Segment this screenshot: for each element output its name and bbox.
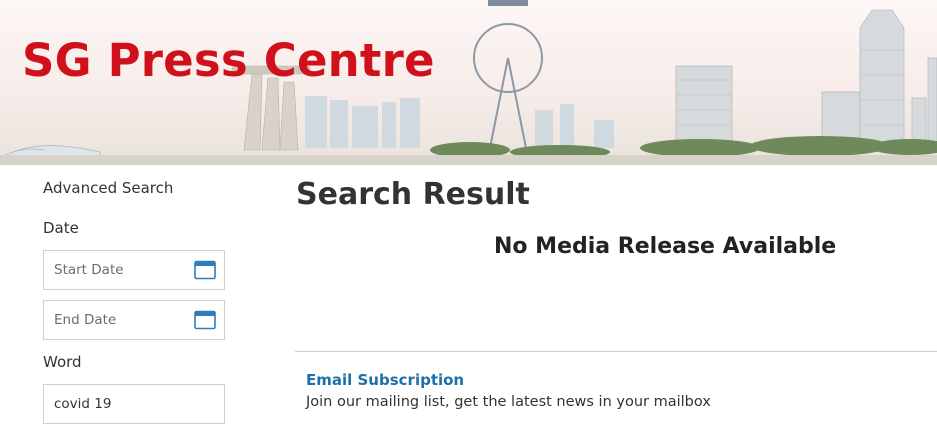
calendar-icon[interactable] [194,310,216,330]
end-date-input[interactable] [54,312,194,328]
empty-results-message: No Media Release Available [494,234,837,259]
start-date-field[interactable] [43,250,225,290]
advanced-search-heading: Advanced Search [43,179,174,197]
date-label: Date [43,219,79,237]
word-search-input[interactable] [54,396,194,412]
main-content: Search Result No Media Release Available… [260,165,937,439]
email-subscription-description: Join our mailing list, get the latest ne… [306,394,711,410]
end-date-field[interactable] [43,300,225,340]
header-banner: SG Press Centre [0,0,937,165]
word-field[interactable] [43,384,225,424]
advanced-search-panel: Advanced Search Date Word [0,165,260,439]
divider [295,351,937,352]
start-date-input[interactable] [54,262,194,278]
page-title: Search Result [296,177,530,212]
word-label: Word [43,353,82,371]
calendar-icon[interactable] [194,260,216,280]
email-subscription-link[interactable]: Email Subscription [306,371,464,389]
site-title[interactable]: SG Press Centre [22,36,435,86]
